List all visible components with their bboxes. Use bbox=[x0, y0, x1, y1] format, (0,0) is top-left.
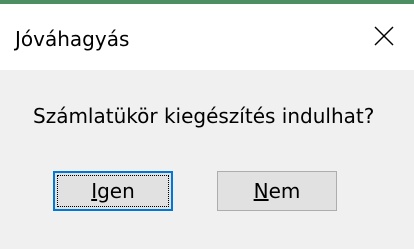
yes-button[interactable]: Igen bbox=[53, 171, 173, 211]
no-button-mnemonic: N bbox=[253, 179, 269, 203]
yes-button-label-rest: gen bbox=[97, 179, 135, 203]
confirmation-dialog: Jóváhagyás Számlatükör kiegészítés indul… bbox=[0, 0, 414, 249]
no-button-label-rest: em bbox=[268, 179, 301, 203]
no-button[interactable]: Nem bbox=[217, 171, 337, 211]
dialog-message: Számlatükör kiegészítés indulhat? bbox=[33, 104, 375, 128]
close-button[interactable] bbox=[354, 4, 414, 70]
title-bar: Jóváhagyás bbox=[0, 4, 414, 70]
no-button-label: Nem bbox=[254, 179, 301, 203]
yes-button-label: Igen bbox=[91, 179, 135, 203]
close-icon bbox=[374, 26, 394, 46]
window-title: Jóváhagyás bbox=[15, 27, 130, 51]
